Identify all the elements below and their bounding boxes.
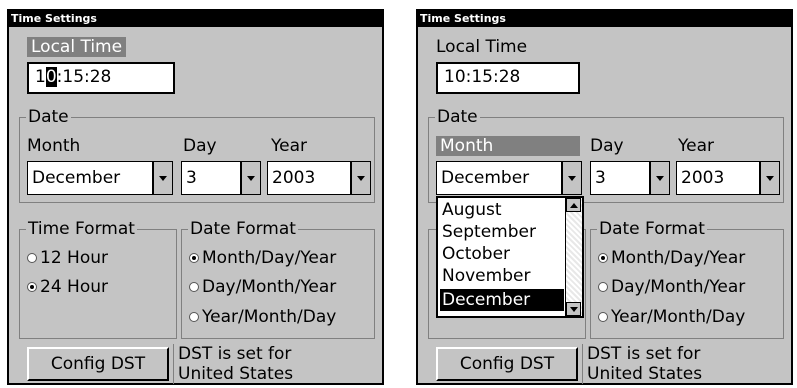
month-label: Month: [27, 136, 81, 156]
option-label: 12 Hour: [40, 248, 108, 268]
text-cursor: 0: [45, 67, 57, 87]
date-format-ymd[interactable]: Year/Month/Day: [189, 307, 336, 327]
date-format-title: Date Format: [188, 219, 298, 239]
dst-status: DST is set for United States: [582, 344, 702, 384]
option-label: Year/Month/Day: [202, 307, 337, 327]
option-label: 24 Hour: [40, 277, 108, 297]
month-dropdown-arrow-icon[interactable]: [152, 162, 172, 194]
day-dropdown-arrow-icon[interactable]: [649, 162, 669, 194]
time-format-12-hour[interactable]: 12 Hour: [27, 248, 108, 268]
month-option-december[interactable]: December: [440, 289, 564, 311]
month-option-august[interactable]: August: [440, 199, 502, 221]
day-dropdown-arrow-icon[interactable]: [240, 162, 260, 194]
year-dropdown-arrow-icon[interactable]: [350, 162, 370, 194]
radio-selected-icon[interactable]: [27, 282, 37, 292]
option-label: Day/Month/Year: [202, 277, 337, 297]
dst-status: DST is set for United States: [173, 344, 293, 384]
month-option-october[interactable]: October: [440, 243, 510, 265]
config-dst-button[interactable]: Config DST: [27, 347, 169, 381]
time-text-before: 1: [35, 67, 46, 87]
radio-unselected-icon[interactable]: [598, 282, 608, 292]
dialog-title: Time Settings: [9, 11, 382, 27]
option-label: Month/Day/Year: [202, 248, 337, 268]
dst-status-line1: DST is set for: [178, 344, 292, 364]
date-format-dmy[interactable]: Day/Month/Year: [189, 277, 336, 297]
year-select-value: 2003: [681, 168, 725, 188]
dst-status-line1: DST is set for: [587, 344, 701, 364]
local-time-field[interactable]: 10:15:28: [27, 62, 175, 94]
time-settings-dialog-right: Time Settings Local Time 10:15:28 Date M…: [416, 9, 793, 385]
dialog-title: Time Settings: [418, 11, 791, 27]
radio-selected-icon[interactable]: [189, 253, 199, 263]
date-group-title: Date: [26, 107, 71, 127]
day-select-value: 3: [595, 168, 606, 188]
year-label: Year: [271, 136, 307, 156]
month-select-value: December: [441, 168, 530, 188]
month-select[interactable]: December: [436, 161, 582, 195]
option-label: Month/Day/Year: [611, 248, 746, 268]
month-dropdown-list[interactable]: August September October November Decemb…: [436, 196, 584, 318]
year-dropdown-arrow-icon[interactable]: [759, 162, 779, 194]
radio-selected-icon[interactable]: [598, 253, 608, 263]
year-label: Year: [678, 136, 714, 156]
scroll-down-icon[interactable]: [566, 302, 581, 316]
config-dst-button[interactable]: Config DST: [436, 347, 578, 381]
time-format-title: Time Format: [26, 219, 137, 239]
year-select[interactable]: 2003: [267, 161, 371, 195]
time-format-24-hour[interactable]: 24 Hour: [27, 277, 108, 297]
day-label: Day: [590, 136, 624, 156]
option-label: Year/Month/Day: [611, 307, 746, 327]
date-group-title: Date: [435, 107, 480, 127]
date-format-dmy[interactable]: Day/Month/Year: [598, 277, 745, 297]
day-label: Day: [183, 136, 217, 156]
month-option-september[interactable]: September: [440, 221, 536, 243]
local-time-label: Local Time: [27, 37, 127, 57]
dst-status-line2: United States: [587, 364, 703, 384]
dst-status-line2: United States: [178, 364, 294, 384]
radio-unselected-icon[interactable]: [598, 312, 608, 322]
option-label: Day/Month/Year: [611, 277, 746, 297]
time-settings-dialog-left: Time Settings Local Time 10:15:28 Date M…: [7, 9, 384, 385]
time-text-after: :15:28: [56, 67, 112, 87]
date-format-mdy[interactable]: Month/Day/Year: [189, 248, 336, 268]
month-option-november[interactable]: November: [440, 265, 530, 287]
radio-unselected-icon[interactable]: [189, 312, 199, 322]
date-format-mdy[interactable]: Month/Day/Year: [598, 248, 745, 268]
radio-unselected-icon[interactable]: [27, 253, 37, 263]
date-format-title: Date Format: [597, 219, 707, 239]
year-select-value: 2003: [272, 168, 316, 188]
month-label: Month: [436, 136, 580, 156]
day-select[interactable]: 3: [590, 161, 670, 195]
dropdown-scrollbar[interactable]: [565, 198, 582, 316]
radio-unselected-icon[interactable]: [189, 282, 199, 292]
local-time-label: Local Time: [436, 37, 528, 57]
month-select[interactable]: December: [27, 161, 173, 195]
local-time-field[interactable]: 10:15:28: [436, 62, 580, 94]
day-select-value: 3: [186, 168, 197, 188]
month-select-value: December: [32, 168, 121, 188]
day-select[interactable]: 3: [181, 161, 261, 195]
scroll-up-icon[interactable]: [566, 198, 581, 212]
date-format-ymd[interactable]: Year/Month/Day: [598, 307, 745, 327]
year-select[interactable]: 2003: [676, 161, 780, 195]
month-dropdown-arrow-icon[interactable]: [561, 162, 581, 194]
